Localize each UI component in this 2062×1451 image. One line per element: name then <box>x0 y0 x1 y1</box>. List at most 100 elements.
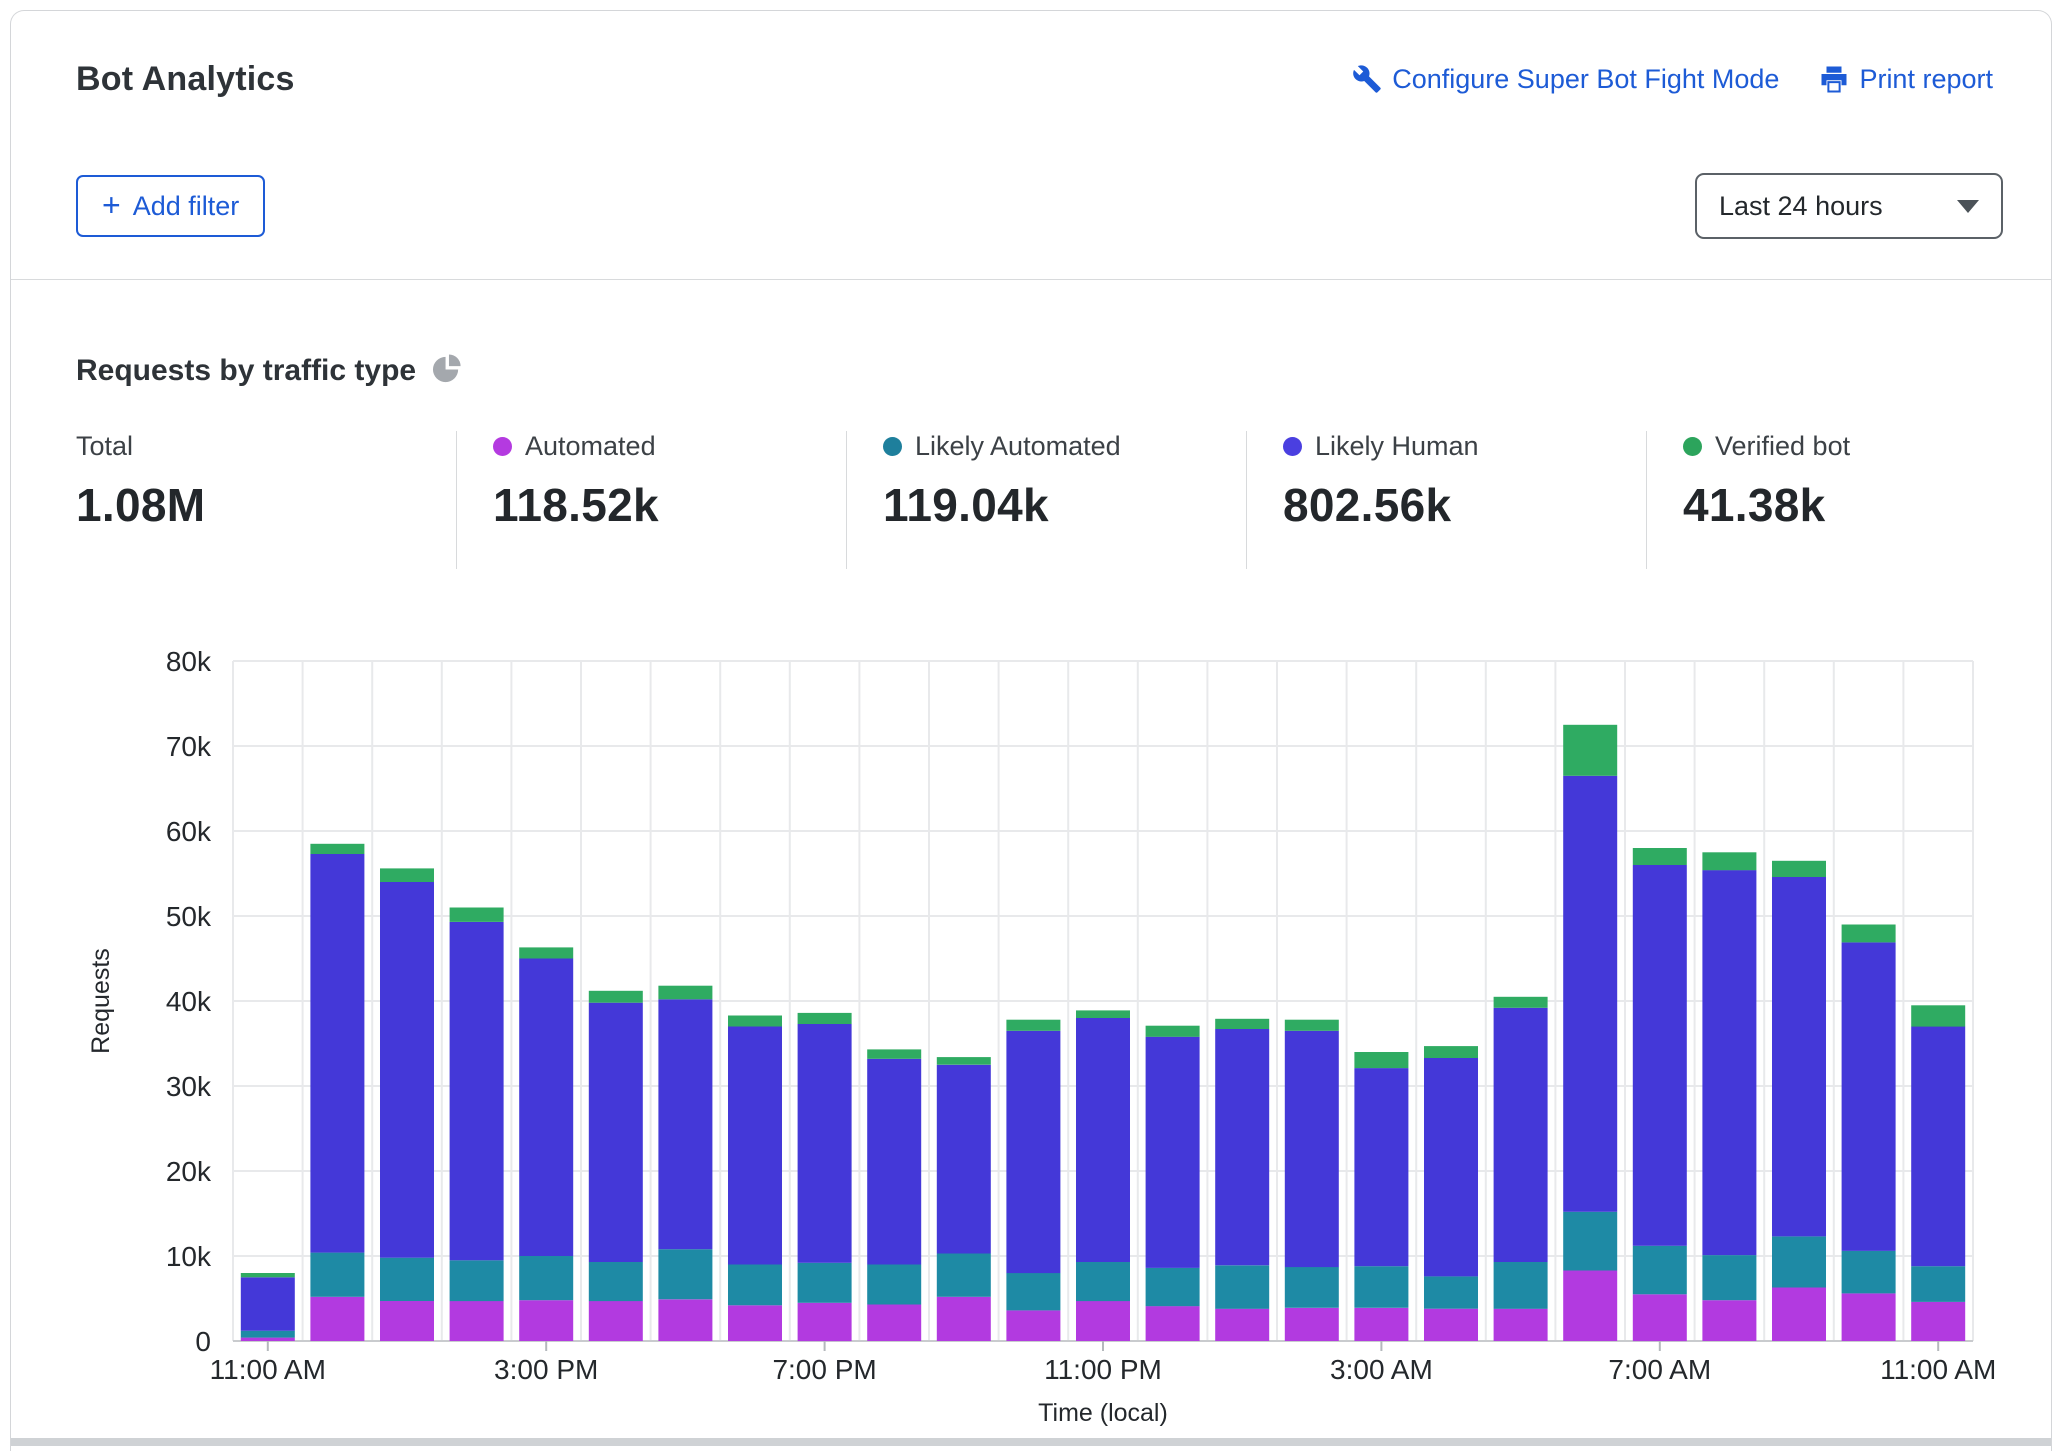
bar-segment[interactable] <box>589 1003 643 1262</box>
bar-segment[interactable] <box>380 882 434 1258</box>
bar-segment[interactable] <box>519 1256 573 1300</box>
bar-segment[interactable] <box>450 1301 504 1341</box>
bar-segment[interactable] <box>867 1049 921 1058</box>
print-report-link[interactable]: Print report <box>1819 64 1993 95</box>
bar-segment[interactable] <box>728 1305 782 1341</box>
bar-segment[interactable] <box>589 1301 643 1341</box>
bar-segment[interactable] <box>1424 1046 1478 1058</box>
bar-segment[interactable] <box>1633 865 1687 1246</box>
stacked-bar[interactable] <box>1633 848 1687 1341</box>
bar-segment[interactable] <box>1215 1019 1269 1029</box>
stacked-bar[interactable] <box>798 1013 852 1341</box>
bar-segment[interactable] <box>241 1277 295 1331</box>
bar-segment[interactable] <box>658 986 712 1000</box>
bar-segment[interactable] <box>1494 1262 1548 1309</box>
bar-segment[interactable] <box>1563 725 1617 776</box>
stacked-bar[interactable] <box>1215 1019 1269 1341</box>
bar-segment[interactable] <box>1146 1037 1200 1268</box>
bar-segment[interactable] <box>937 1254 991 1297</box>
bar-segment[interactable] <box>1911 1027 1965 1267</box>
bar-segment[interactable] <box>310 1297 364 1341</box>
stacked-bar[interactable] <box>241 1273 295 1341</box>
bar-segment[interactable] <box>380 1258 434 1301</box>
bar-segment[interactable] <box>1215 1265 1269 1308</box>
bar-segment[interactable] <box>1772 877 1826 1237</box>
stacked-bar[interactable] <box>1702 852 1756 1341</box>
stacked-bar[interactable] <box>1563 725 1617 1341</box>
stacked-bar[interactable] <box>1354 1052 1408 1341</box>
stacked-bar[interactable] <box>450 908 504 1342</box>
bar-segment[interactable] <box>867 1265 921 1305</box>
bar-segment[interactable] <box>867 1305 921 1342</box>
stacked-bar[interactable] <box>1494 997 1548 1341</box>
bar-segment[interactable] <box>1842 925 1896 943</box>
bar-segment[interactable] <box>450 908 504 922</box>
bar-segment[interactable] <box>1424 1309 1478 1341</box>
time-range-select[interactable]: Last 24 hours <box>1695 173 2003 239</box>
bar-segment[interactable] <box>1772 1237 1826 1288</box>
bar-segment[interactable] <box>1076 1018 1130 1262</box>
bar-segment[interactable] <box>1911 1266 1965 1302</box>
bar-segment[interactable] <box>1215 1029 1269 1265</box>
bar-segment[interactable] <box>658 999 712 1249</box>
bar-segment[interactable] <box>1702 1300 1756 1341</box>
bar-segment[interactable] <box>1633 848 1687 865</box>
bar-segment[interactable] <box>1772 1288 1826 1342</box>
bar-segment[interactable] <box>1563 1271 1617 1342</box>
configure-super-bot-fight-mode-link[interactable]: Configure Super Bot Fight Mode <box>1352 64 1779 95</box>
stacked-bar[interactable] <box>1772 861 1826 1341</box>
bar-segment[interactable] <box>1076 1262 1130 1301</box>
bar-segment[interactable] <box>1563 776 1617 1212</box>
stacked-bar[interactable] <box>589 991 643 1341</box>
bar-segment[interactable] <box>1285 1031 1339 1267</box>
bar-segment[interactable] <box>1215 1309 1269 1341</box>
bar-segment[interactable] <box>1146 1306 1200 1341</box>
stacked-bar[interactable] <box>519 947 573 1341</box>
bar-segment[interactable] <box>798 1303 852 1341</box>
bar-segment[interactable] <box>798 1013 852 1024</box>
bar-segment[interactable] <box>1006 1020 1060 1031</box>
bar-segment[interactable] <box>728 1027 782 1265</box>
bar-segment[interactable] <box>1702 852 1756 870</box>
bar-segment[interactable] <box>1911 1302 1965 1341</box>
stacked-bar[interactable] <box>310 844 364 1341</box>
bar-segment[interactable] <box>589 991 643 1003</box>
bar-segment[interactable] <box>1842 942 1896 1251</box>
requests-by-traffic-type-chart[interactable]: 010k20k30k40k50k60k70k80k11:00 AM3:00 PM… <box>51 611 2011 1435</box>
stacked-bar[interactable] <box>1146 1026 1200 1341</box>
stacked-bar[interactable] <box>937 1057 991 1341</box>
bar-segment[interactable] <box>1354 1266 1408 1308</box>
stacked-bar[interactable] <box>728 1016 782 1342</box>
bar-segment[interactable] <box>937 1297 991 1341</box>
bar-segment[interactable] <box>1842 1293 1896 1341</box>
stacked-bar[interactable] <box>1285 1020 1339 1341</box>
bar-segment[interactable] <box>728 1016 782 1027</box>
bar-segment[interactable] <box>867 1059 921 1265</box>
bar-segment[interactable] <box>1146 1026 1200 1037</box>
bar-segment[interactable] <box>1076 1301 1130 1341</box>
stacked-bar[interactable] <box>380 868 434 1341</box>
bar-segment[interactable] <box>1633 1246 1687 1295</box>
bar-segment[interactable] <box>1772 861 1826 877</box>
bar-segment[interactable] <box>658 1299 712 1341</box>
bar-segment[interactable] <box>1494 1309 1548 1341</box>
bar-segment[interactable] <box>310 854 364 1253</box>
bar-segment[interactable] <box>450 1260 504 1301</box>
bar-segment[interactable] <box>1494 1008 1548 1262</box>
bar-segment[interactable] <box>241 1331 295 1338</box>
bar-segment[interactable] <box>1006 1273 1060 1310</box>
bar-segment[interactable] <box>1285 1020 1339 1031</box>
stacked-bar[interactable] <box>658 986 712 1341</box>
bar-segment[interactable] <box>380 868 434 882</box>
bar-segment[interactable] <box>1285 1267 1339 1308</box>
bar-segment[interactable] <box>1563 1212 1617 1271</box>
bar-segment[interactable] <box>728 1265 782 1306</box>
bar-segment[interactable] <box>380 1301 434 1341</box>
bar-segment[interactable] <box>310 844 364 854</box>
bar-segment[interactable] <box>1146 1268 1200 1306</box>
bar-segment[interactable] <box>519 959 573 1257</box>
bar-segment[interactable] <box>1076 1010 1130 1018</box>
bar-segment[interactable] <box>310 1253 364 1297</box>
bar-segment[interactable] <box>589 1262 643 1301</box>
bar-segment[interactable] <box>241 1273 295 1277</box>
